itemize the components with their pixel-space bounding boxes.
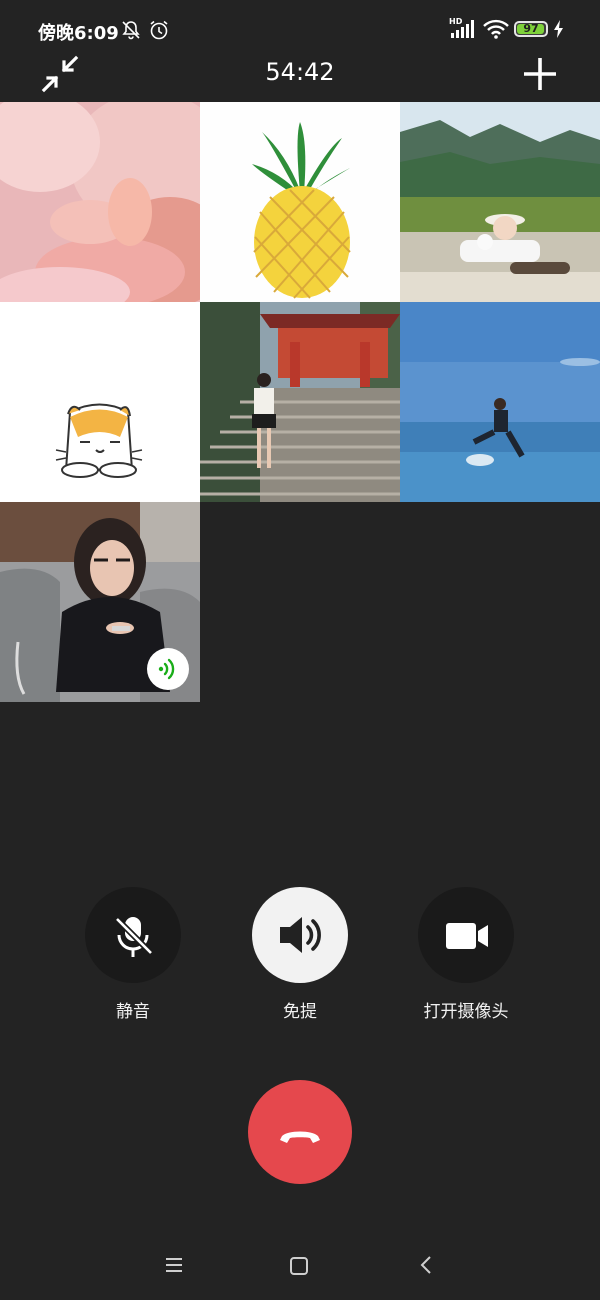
call-timer: 54:42 (265, 58, 335, 86)
speaker-control: 免提 (252, 887, 348, 1022)
mute-button[interactable] (85, 887, 181, 983)
status-time: 傍晚6:09 (38, 23, 119, 44)
menu-icon[interactable] (164, 1256, 184, 1274)
participant-tile[interactable] (200, 102, 400, 302)
signal-icon: HD (449, 17, 474, 38)
hang-up-icon (280, 1131, 320, 1143)
participant-tile[interactable] (0, 102, 200, 302)
camera-control: 打开摄像头 (418, 887, 514, 1022)
back-icon[interactable] (416, 1254, 436, 1276)
alarm-icon (150, 20, 168, 40)
participant-tile[interactable] (400, 102, 600, 302)
video-camera-icon (446, 923, 488, 949)
participant-grid (0, 102, 600, 702)
mic-off-icon (114, 916, 154, 957)
plus-icon[interactable] (521, 55, 559, 93)
wifi-icon (483, 19, 509, 39)
bell-muted-icon (122, 21, 140, 40)
mute-control: 静音 (85, 887, 181, 1022)
battery-level: 97 (523, 22, 539, 35)
girl-at-temple-stairs (200, 302, 400, 502)
cartoon-cat (0, 302, 200, 502)
system-nav-bar (0, 1240, 600, 1300)
camera-button[interactable] (418, 887, 514, 983)
network-label: HD (449, 17, 463, 26)
camera-label: 打开摄像头 (423, 1002, 509, 1022)
voice-wave-icon (158, 658, 175, 680)
participant-tile[interactable] (0, 502, 200, 702)
battery-icon: 97 (514, 21, 548, 37)
call-header: 54:42 (0, 50, 600, 100)
speaker-button[interactable] (252, 887, 348, 983)
home-icon[interactable] (289, 1256, 309, 1276)
participant-tile[interactable] (200, 302, 400, 502)
pineapple-drawing (200, 102, 400, 302)
speaker-icon (280, 917, 321, 953)
speaking-indicator (147, 648, 189, 690)
charging-icon (554, 20, 563, 38)
hang-up-button[interactable] (248, 1080, 352, 1184)
woman-lying-with-mountains (400, 102, 600, 302)
man-jumping-sea (400, 302, 600, 502)
baby-hand-photo (0, 102, 200, 302)
participant-tile[interactable] (400, 302, 600, 502)
participant-tile[interactable] (0, 302, 200, 502)
